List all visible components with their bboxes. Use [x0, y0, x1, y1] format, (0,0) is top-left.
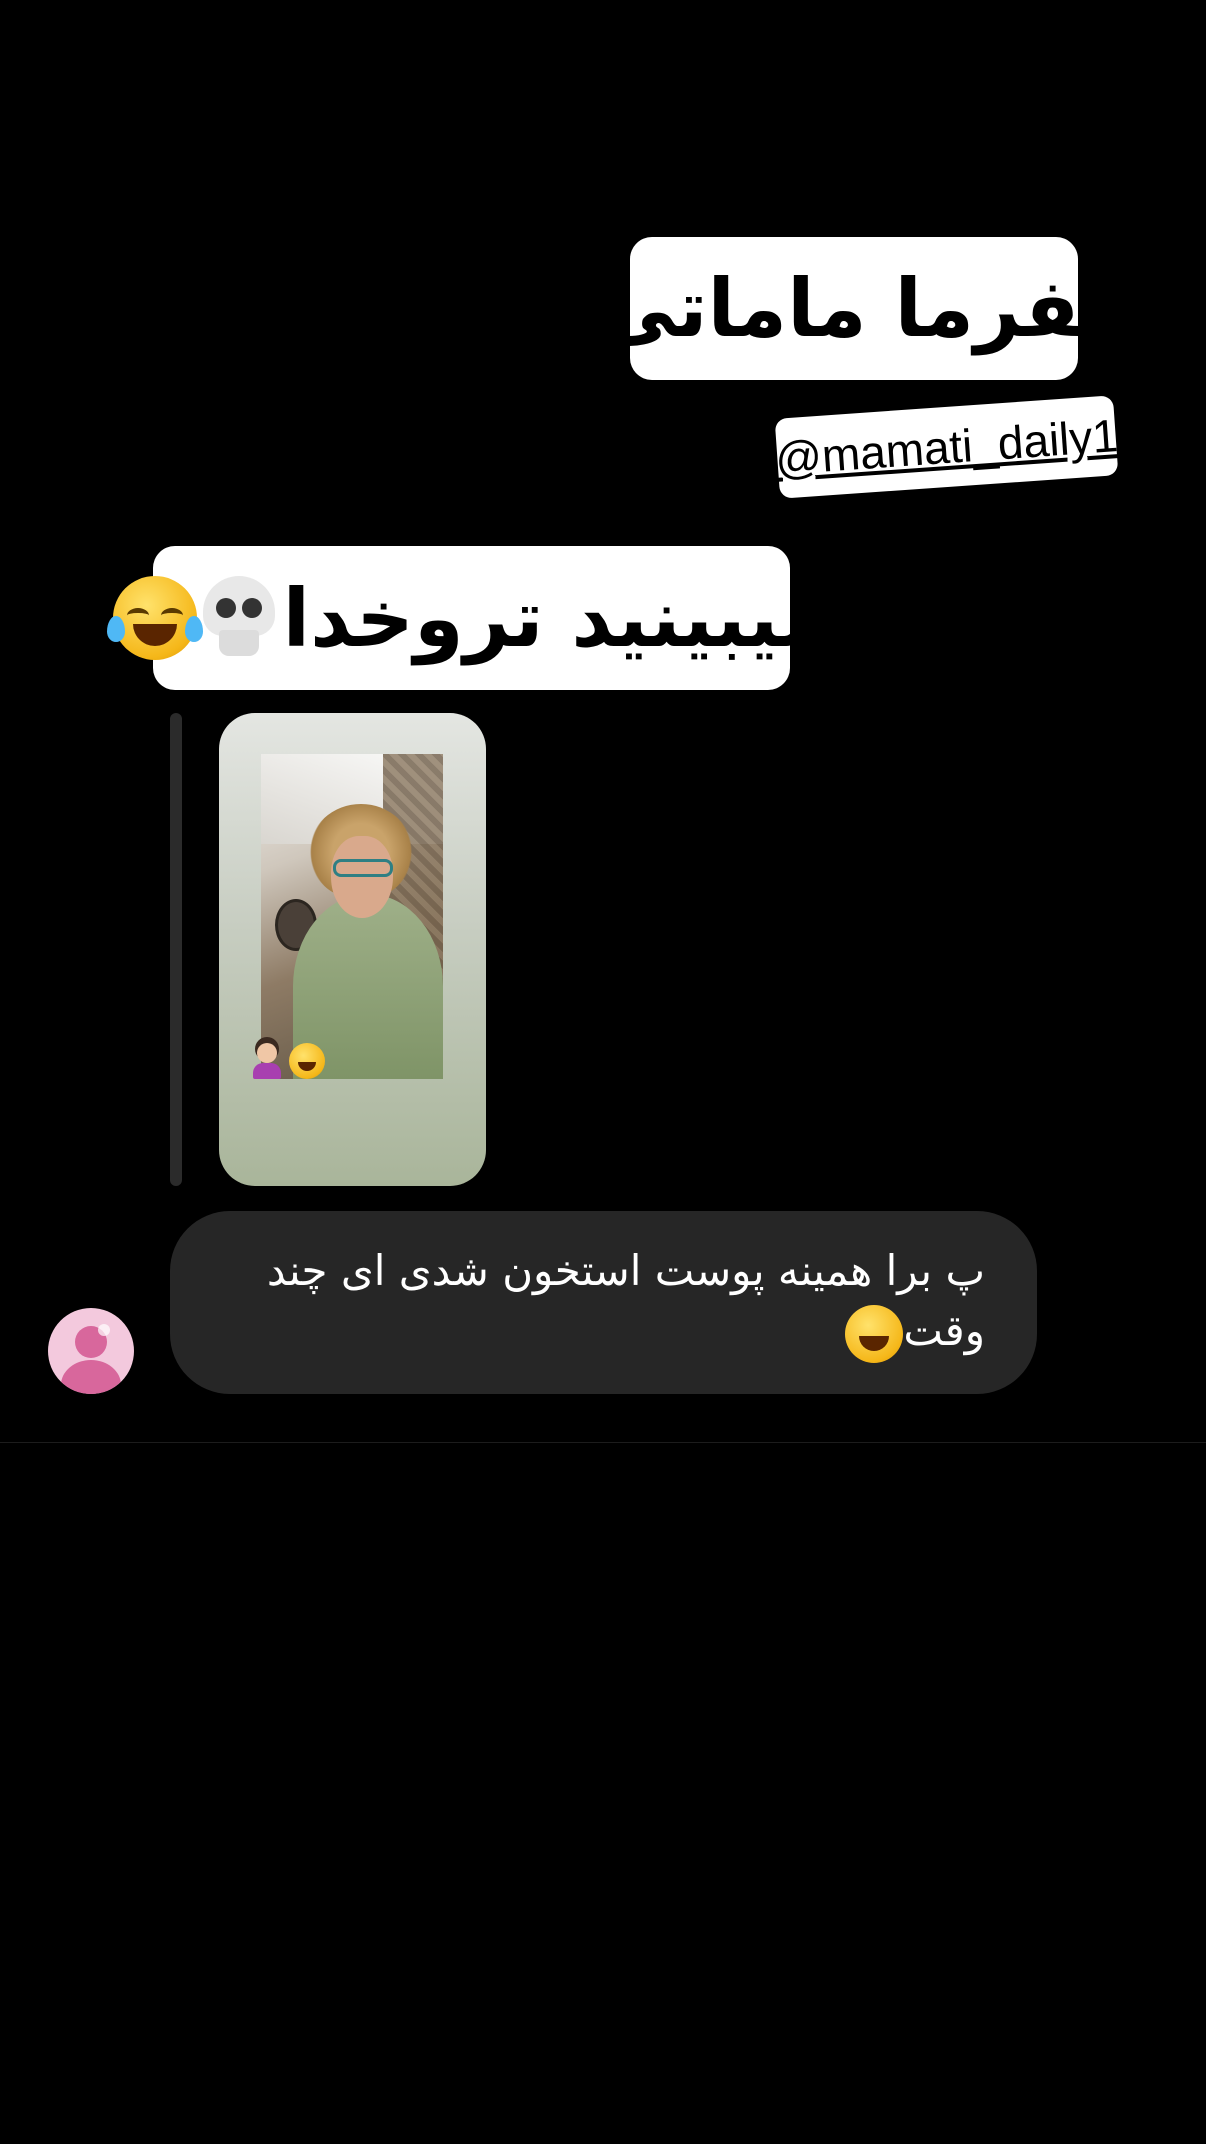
title-sticker-text: بفرما ماماتی — [596, 262, 1113, 355]
message-bubble[interactable]: پ برا همینه پوست استخون شدی ای چند وقت — [170, 1211, 1037, 1394]
face-with-tears-of-joy-icon — [106, 576, 203, 660]
reply-indicator-bar — [170, 713, 182, 1186]
face-with-tears-of-joy-icon — [289, 1043, 325, 1079]
caption-sticker-text: میبینید تروخدا — [282, 571, 831, 665]
story-reply-preview[interactable] — [219, 713, 486, 1186]
mention-text[interactable]: @mamati_daily1 — [773, 408, 1119, 486]
skull-icon — [202, 576, 275, 660]
story-thumbnail-image — [261, 754, 443, 1079]
mention-sticker[interactable]: @mamati_daily1 — [773, 395, 1120, 499]
caption-emojis — [106, 576, 275, 660]
avatar[interactable] — [48, 1308, 134, 1394]
divider — [0, 1442, 1206, 1443]
title-sticker: بفرما ماماتی — [597, 237, 1112, 380]
story-emoji-row — [249, 1043, 325, 1079]
face-with-tears-of-joy-icon — [845, 1304, 904, 1363]
message-text-line2: وقت — [206, 1301, 985, 1363]
woman-tipping-hand-icon — [249, 1043, 285, 1079]
caption-sticker: میبینید تروخدا — [106, 546, 830, 690]
message-text-line1: پ برا همینه پوست استخون شدی ای چند — [266, 1246, 985, 1295]
